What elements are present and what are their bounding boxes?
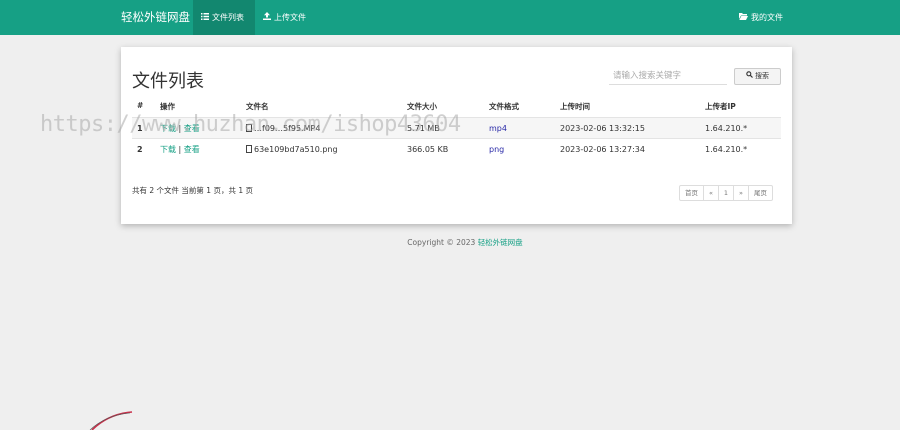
col-header-upload-time: 上传时间 — [560, 102, 590, 111]
row-filename: 63e109bd7a510.png — [246, 139, 338, 160]
file-count-summary: 共有 2 个文件 当前第 1 页，共 1 页 — [132, 186, 254, 195]
row-uploader-ip: 1.64.210.* — [705, 124, 748, 133]
pagination-page-1[interactable]: 1 — [718, 185, 734, 201]
col-header-filename: 文件名 — [246, 102, 269, 111]
row-size: 5.71 MB — [407, 124, 440, 133]
search-button[interactable]: 搜索 — [734, 68, 781, 85]
list-icon — [201, 0, 209, 35]
row-uploader-ip: 1.64.210.* — [705, 145, 748, 154]
row-actions: 下载 | 查看 — [160, 124, 200, 133]
page-title: 文件列表 — [132, 71, 204, 92]
nav-my-files-label: 我的文件 — [751, 13, 783, 22]
col-header-actions: 操作 — [160, 102, 175, 111]
pagination-next[interactable]: » — [733, 185, 749, 201]
table-row: 2 下载 | 查看 63e109bd7a510.png 366.05 KB pn… — [132, 138, 781, 159]
download-link[interactable]: 下载 — [160, 145, 176, 154]
view-link[interactable]: 查看 — [184, 124, 200, 133]
row-upload-time: 2023-02-06 13:27:34 — [560, 145, 645, 154]
pagination-last[interactable]: 尾页 — [748, 185, 773, 201]
row-filename: …f09…5f95.MP4 — [246, 118, 320, 139]
file-icon — [246, 145, 252, 153]
nav-upload-file[interactable]: 上传文件 — [255, 0, 315, 35]
row-index: 1 — [137, 124, 143, 133]
row-format: png — [489, 145, 505, 154]
pagination-first[interactable]: 首页 — [679, 185, 704, 201]
top-navbar: 轻松外链网盘 文件列表 上传文件 我的文件 — [0, 0, 900, 35]
search-input[interactable] — [609, 67, 727, 85]
nav-file-list-label: 文件列表 — [212, 13, 244, 22]
view-link[interactable]: 查看 — [184, 145, 200, 154]
copyright-text: Copyright © 2023 — [407, 238, 478, 247]
row-actions: 下载 | 查看 — [160, 145, 200, 154]
decorative-curve — [89, 411, 133, 430]
search-button-label: 搜索 — [755, 72, 769, 80]
row-index: 2 — [137, 145, 143, 154]
nav-my-files[interactable]: 我的文件 — [731, 0, 791, 35]
nav-upload-file-label: 上传文件 — [274, 13, 306, 22]
search-icon — [746, 69, 753, 84]
nav-file-list[interactable]: 文件列表 — [193, 0, 255, 35]
row-upload-time: 2023-02-06 13:32:15 — [560, 124, 645, 133]
pagination: 首页 « 1 » 尾页 — [679, 185, 773, 201]
col-header-index: # — [137, 101, 144, 110]
pagination-prev[interactable]: « — [703, 185, 719, 201]
row-size: 366.05 KB — [407, 145, 449, 154]
col-header-size: 文件大小 — [407, 102, 437, 111]
file-icon — [246, 124, 252, 132]
upload-icon — [263, 0, 271, 35]
table-row: 1 下载 | 查看 …f09…5f95.MP4 5.71 MB mp4 2023… — [132, 117, 781, 138]
brand-logo-text[interactable]: 轻松外链网盘 — [121, 0, 190, 35]
folder-open-icon — [739, 0, 748, 35]
copyright-brand-link[interactable]: 轻松外链网盘 — [478, 238, 523, 247]
file-list-panel: 文件列表 搜索 # 操作 文件名 文件大小 文件格式 上传时间 上传者IP 1 … — [121, 47, 792, 224]
row-format: mp4 — [489, 124, 507, 133]
copyright-footer: Copyright © 2023 轻松外链网盘 — [0, 237, 900, 248]
col-header-uploader-ip: 上传者IP — [705, 102, 736, 111]
download-link[interactable]: 下载 — [160, 124, 176, 133]
col-header-format: 文件格式 — [489, 102, 519, 111]
